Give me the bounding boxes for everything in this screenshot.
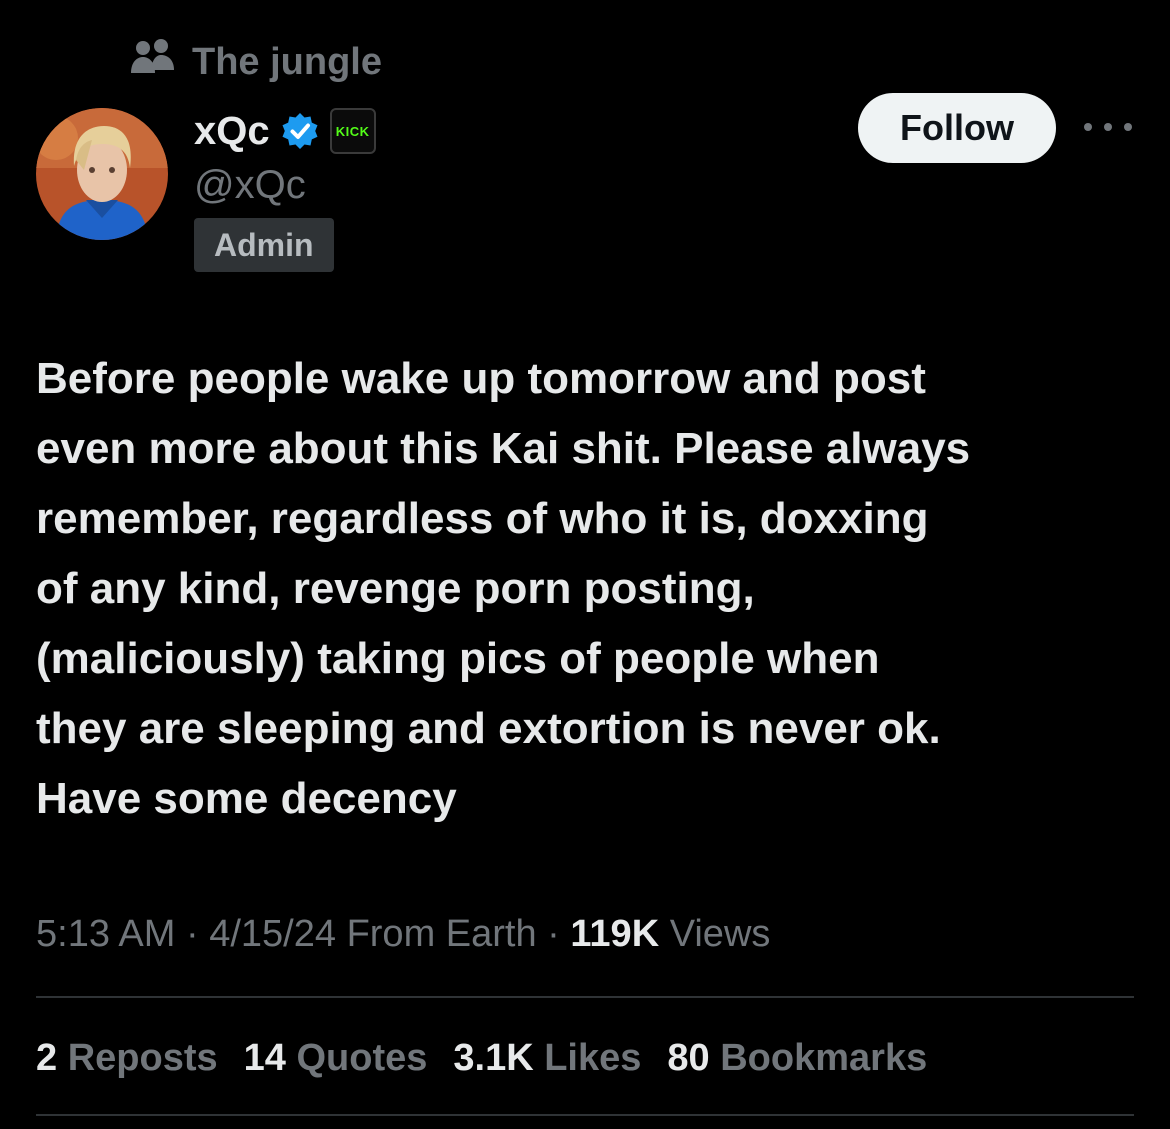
verified-badge-icon[interactable] xyxy=(280,111,320,151)
views-count[interactable]: 119K xyxy=(570,913,659,956)
more-options-icon[interactable] xyxy=(1084,110,1132,144)
avatar[interactable] xyxy=(36,108,168,240)
stat-count: 80 xyxy=(667,1036,710,1079)
divider xyxy=(36,1114,1134,1116)
community-role-badge: Admin xyxy=(194,218,334,272)
bookmarks-stat[interactable]: 80 Bookmarks xyxy=(667,1037,927,1080)
tweet-metadata: 5:13 AM · 4/15/24 From Earth · 119K View… xyxy=(36,906,770,962)
likes-stat[interactable]: 3.1K Likes xyxy=(453,1037,641,1080)
stat-label: Reposts xyxy=(67,1036,218,1079)
follow-button[interactable]: Follow xyxy=(858,93,1056,163)
author-info: xQc KICK @xQc Admin xyxy=(194,104,376,272)
tweet-time[interactable]: 5:13 AM xyxy=(36,913,175,956)
tweet-location: From Earth xyxy=(346,912,537,955)
stat-label: Quotes xyxy=(296,1036,428,1079)
tweet-text: Before people wake up tomorrow and post … xyxy=(36,354,971,823)
kick-affiliation-badge[interactable]: KICK xyxy=(329,108,376,154)
community-context[interactable]: The jungle xyxy=(130,37,382,87)
community-name: The jungle xyxy=(192,40,382,83)
stat-label: Bookmarks xyxy=(720,1036,928,1079)
dot xyxy=(1104,123,1112,131)
stat-count: 3.1K xyxy=(453,1036,534,1079)
divider xyxy=(36,996,1134,998)
author-name-row: xQc KICK xyxy=(194,104,376,158)
author-display-name[interactable]: xQc xyxy=(194,109,270,154)
community-icon xyxy=(130,37,176,87)
quotes-stat[interactable]: 14 Quotes xyxy=(244,1037,428,1080)
tweet-date[interactable]: 4/15/24 xyxy=(209,913,336,956)
dot xyxy=(1084,123,1092,131)
author-handle[interactable]: @xQc xyxy=(194,158,376,212)
reposts-stat[interactable]: 2 Reposts xyxy=(36,1037,218,1080)
separator-dot: · xyxy=(175,912,210,955)
engagement-stats: 2 Reposts 14 Quotes 3.1K Likes 80 Bookma… xyxy=(36,1030,927,1086)
stat-count: 2 xyxy=(36,1036,58,1079)
stat-count: 14 xyxy=(243,1036,286,1079)
stat-label: Likes xyxy=(544,1036,642,1079)
separator-dot: · xyxy=(536,912,571,955)
views-label[interactable]: Views xyxy=(670,913,771,956)
dot xyxy=(1124,123,1132,131)
